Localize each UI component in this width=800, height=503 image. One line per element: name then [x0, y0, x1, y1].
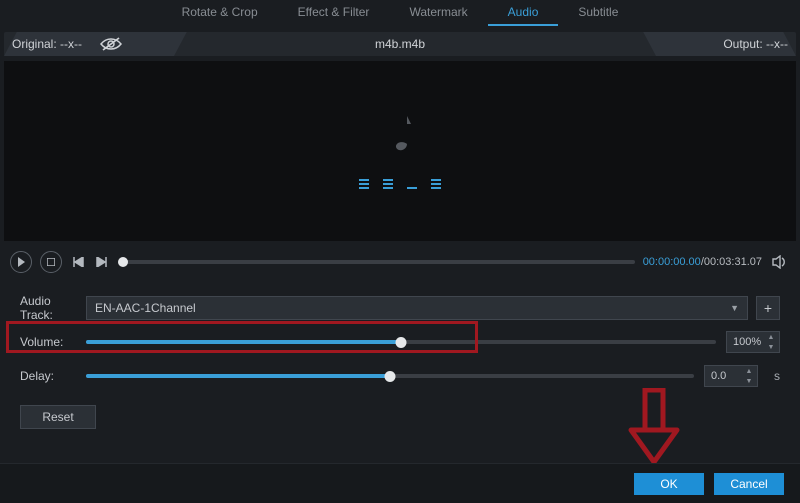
footer: OK Cancel [0, 463, 800, 503]
volume-value: 100% [733, 336, 761, 348]
time-display: 00:00:00.00/00:03:31.07 [643, 256, 762, 268]
delay-value: 0.0 [711, 370, 726, 382]
time-total: 00:03:31.07 [704, 256, 762, 268]
audio-track-select[interactable]: EN-AAC-1Channel ▼ [86, 296, 748, 320]
tab-effect-filter[interactable]: Effect & Filter [278, 0, 390, 26]
filename-label: m4b.m4b [375, 37, 425, 51]
output-resolution: Output: --x-- [723, 37, 788, 51]
delay-thumb[interactable] [385, 371, 396, 382]
volume-thumb[interactable] [396, 337, 407, 348]
stop-button[interactable] [40, 251, 62, 273]
volume-up-icon[interactable]: ▲ [765, 333, 777, 341]
delay-label: Delay: [20, 369, 86, 383]
play-button[interactable] [10, 251, 32, 273]
delay-spinner[interactable]: 0.0 ▲ ▼ [704, 365, 758, 387]
original-resolution: Original: --x-- [12, 37, 82, 51]
tab-rotate-crop[interactable]: Rotate & Crop [162, 0, 278, 26]
volume-down-icon[interactable]: ▼ [765, 343, 777, 351]
add-track-button[interactable]: + [756, 296, 780, 320]
delay-slider[interactable] [86, 374, 694, 378]
tab-watermark[interactable]: Watermark [389, 0, 487, 26]
tab-subtitle[interactable]: Subtitle [558, 0, 638, 26]
transport-controls: 00:00:00.00/00:03:31.07 [0, 241, 800, 279]
volume-label: Volume: [20, 335, 86, 349]
delay-row: Delay: 0.0 ▲ ▼ s [20, 361, 780, 391]
chevron-down-icon: ▼ [730, 303, 739, 313]
delay-down-icon[interactable]: ▼ [743, 377, 755, 385]
ok-button[interactable]: OK [634, 473, 704, 495]
settings-panel: Audio Track: EN-AAC-1Channel ▼ + Volume:… [0, 279, 800, 391]
music-note-icon [385, 114, 415, 159]
tab-audio[interactable]: Audio [488, 0, 559, 26]
audio-track-label: Audio Track: [20, 294, 86, 322]
time-current: 00:00:00.00 [643, 256, 701, 268]
seek-track[interactable] [118, 260, 635, 264]
preview-visibility-toggle-icon[interactable] [100, 37, 122, 51]
volume-slider[interactable] [86, 340, 716, 344]
equalizer-icon [359, 179, 441, 189]
cancel-button[interactable]: Cancel [714, 473, 784, 495]
preview-area [4, 61, 796, 241]
seek-thumb[interactable] [118, 257, 128, 267]
volume-row: Volume: 100% ▲ ▼ [20, 327, 780, 357]
reset-button[interactable]: Reset [20, 405, 96, 429]
mute-button[interactable] [770, 254, 790, 270]
audio-track-value: EN-AAC-1Channel [95, 301, 196, 315]
delay-suffix: s [774, 369, 780, 383]
preview-info-bar: Original: --x-- m4b.m4b Output: --x-- [4, 32, 796, 56]
next-button[interactable] [94, 254, 110, 270]
previous-button[interactable] [70, 254, 86, 270]
volume-spinner[interactable]: 100% ▲ ▼ [726, 331, 780, 353]
delay-up-icon[interactable]: ▲ [743, 367, 755, 375]
annotation-arrow [627, 388, 681, 466]
tabs-bar: Rotate & Crop Effect & Filter Watermark … [0, 0, 800, 26]
